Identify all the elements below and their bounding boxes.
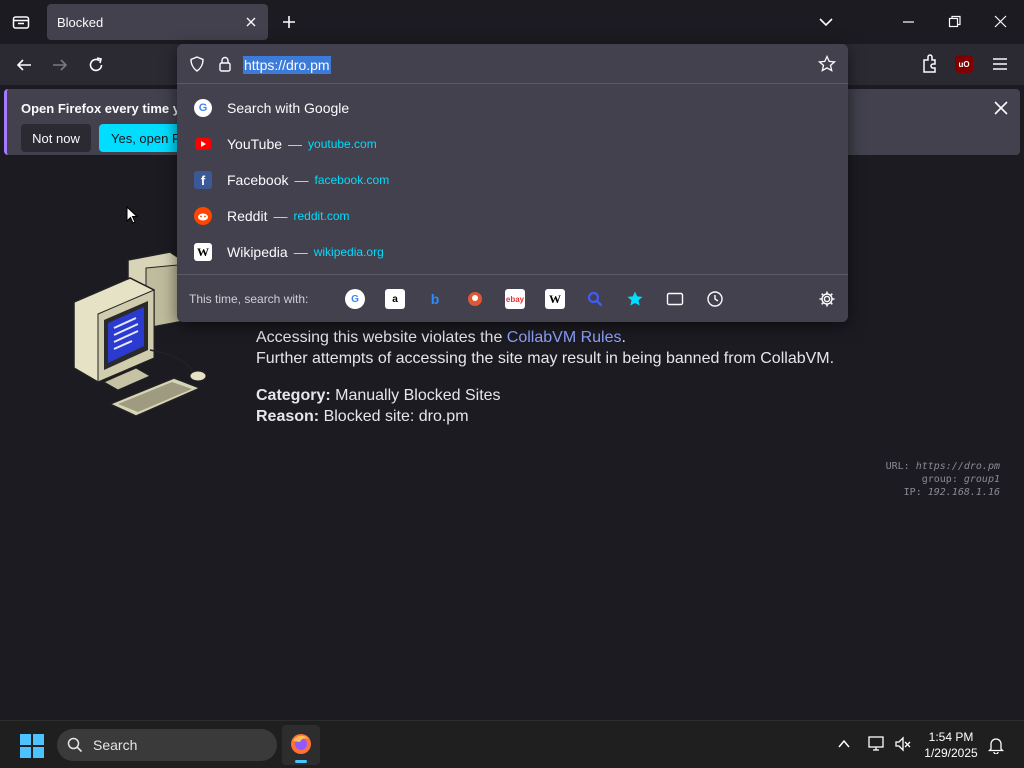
request-metadata: URL: https://dro.pm group: group1 IP: 19… [885,461,1000,498]
windows-taskbar: Search 1:54 PM 1/29/2025 [0,720,1024,768]
search-icon [67,737,83,753]
taskbar-search[interactable]: Search [57,729,277,761]
network-icon[interactable] [867,735,887,753]
url-input[interactable]: https://dro.pm [243,56,331,74]
bing-icon[interactable]: b [425,289,445,309]
tab-title: Blocked [57,15,104,30]
category-line: Category: Manually Blocked Sites [256,387,501,404]
firefox-view-icon[interactable] [8,9,34,35]
amazon-icon[interactable]: a [385,289,405,309]
url-dropdown: https://dro.pm G Search with Google YouT… [177,44,848,322]
shield-icon[interactable] [189,56,205,72]
hamburger-menu-icon[interactable] [991,55,1009,73]
restore-icon[interactable] [946,12,964,32]
minimize-icon[interactable] [900,12,918,32]
wikipedia-icon[interactable]: W [545,289,565,309]
violation-message: Accessing this website violates the Coll… [256,329,626,346]
history-icon[interactable] [705,289,725,309]
google-icon[interactable]: G [345,289,365,309]
not-now-button[interactable]: Not now [21,124,91,152]
notification-bell-icon[interactable] [988,736,1004,754]
close-icon[interactable] [243,14,259,30]
ebay-icon[interactable]: ebay [505,289,525,309]
bookmarks-star-icon[interactable] [625,289,645,309]
reason-line: Reason: Blocked site: dro.pm [256,408,469,425]
gear-icon[interactable] [818,290,836,308]
chevron-down-icon[interactable] [816,12,836,32]
close-window-icon[interactable] [992,12,1010,32]
collabvm-rules-link[interactable]: CollabVM Rules [507,329,622,346]
reddit-icon [194,207,212,225]
clock-date: 1/29/2025 [924,746,978,760]
chevron-up-icon[interactable] [837,737,851,751]
back-arrow-icon[interactable] [12,53,36,77]
suggestion-reddit[interactable]: Reddit — reddit.com [177,198,848,234]
notification-message: Open Firefox every time you [21,101,196,116]
suggestion-youtube[interactable]: YouTube — youtube.com [177,126,848,162]
mouse-cursor-icon [126,206,138,224]
one-off-search-bar: This time, search with: G a b ebay W [177,274,848,322]
address-bar[interactable]: https://dro.pm [177,44,848,84]
search-engine-icon[interactable] [585,289,605,309]
firefox-taskbar-button[interactable] [282,725,320,765]
clock-time: 1:54 PM [928,730,974,744]
ublock-origin-icon[interactable]: uO [955,55,973,73]
suggestion-facebook[interactable]: f Facebook — facebook.com [177,162,848,198]
wikipedia-icon: W [194,243,212,261]
close-icon[interactable] [992,99,1010,117]
search-label: Search [93,737,138,753]
windows-start-icon[interactable] [20,734,44,758]
lock-icon[interactable] [217,56,233,72]
tabs-icon[interactable] [665,289,685,309]
volume-muted-icon[interactable] [894,735,912,753]
active-indicator [295,760,307,763]
duckduckgo-icon[interactable] [465,289,485,309]
reload-icon[interactable] [84,53,108,77]
facebook-icon: f [194,171,212,189]
bookmark-star-icon[interactable] [818,55,836,73]
tab-blocked[interactable]: Blocked [47,4,268,40]
ban-warning: Further attempts of accessing the site m… [256,350,835,367]
youtube-icon [194,135,212,153]
forward-arrow-icon[interactable] [48,53,72,77]
firefox-icon [290,733,312,755]
tab-strip: Blocked [0,0,1024,44]
plus-icon[interactable] [279,12,299,32]
suggestion-wikipedia[interactable]: W Wikipedia — wikipedia.org [177,234,848,270]
system-clock[interactable]: 1:54 PM 1/29/2025 [918,729,984,761]
oneoff-label: This time, search with: [189,292,309,306]
extensions-icon[interactable] [920,53,940,75]
google-icon: G [194,99,212,117]
suggestion-search-google[interactable]: G Search with Google [177,90,848,126]
